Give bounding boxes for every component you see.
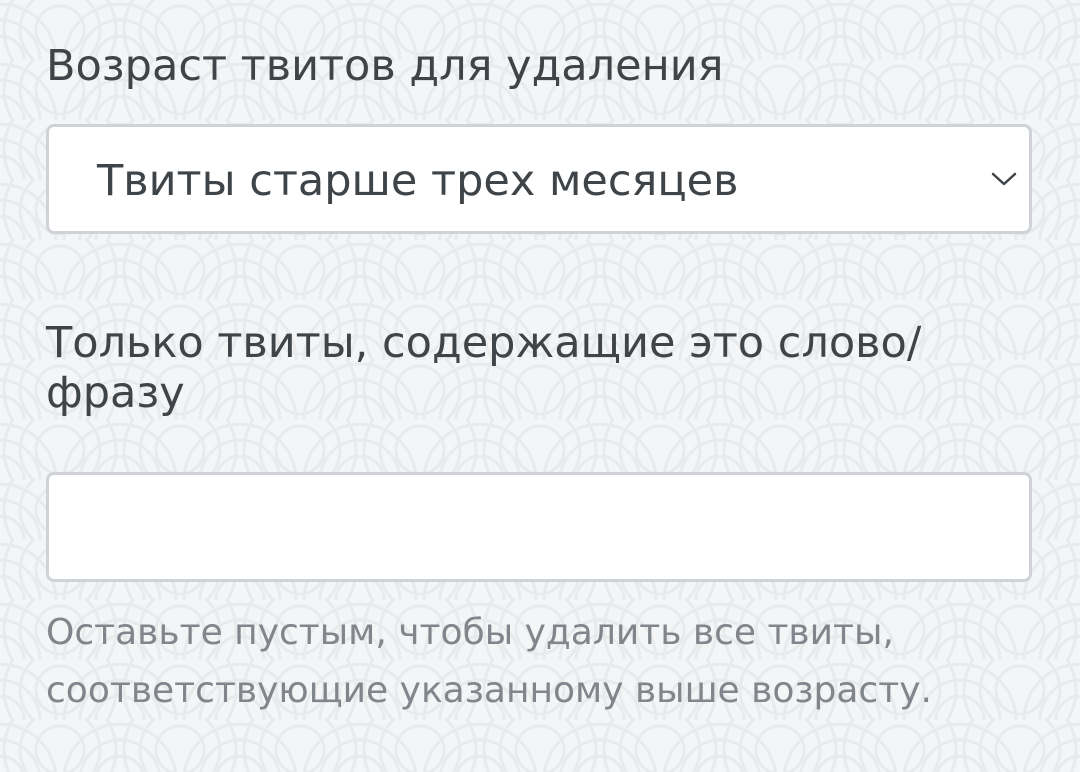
tweet-age-select[interactable]: Твиты старше трех месяцев — [46, 124, 1032, 234]
chevron-down-icon — [991, 172, 1017, 186]
tweet-age-label: Возраст твитов для удаления — [46, 41, 724, 91]
phrase-filter-label-line1: Только твиты, содержащие это слово/ — [46, 318, 922, 368]
help-text-line1: Оставьте пустым, чтобы удалить все твиты… — [46, 612, 894, 653]
help-text-line2: соответствующие указанному выше возрасту… — [46, 670, 932, 711]
phrase-filter-label: Только твиты, содержащие это слово/ фраз… — [46, 318, 1006, 418]
phrase-filter-help-text: Оставьте пустым, чтобы удалить все твиты… — [46, 604, 1006, 720]
phrase-filter-input[interactable] — [46, 472, 1032, 582]
phrase-filter-label-line2: фразу — [46, 368, 185, 418]
delete-tweets-form: Возраст твитов для удаления Твиты старше… — [0, 0, 1080, 772]
tweet-age-selected-value: Твиты старше трех месяцев — [97, 156, 739, 206]
